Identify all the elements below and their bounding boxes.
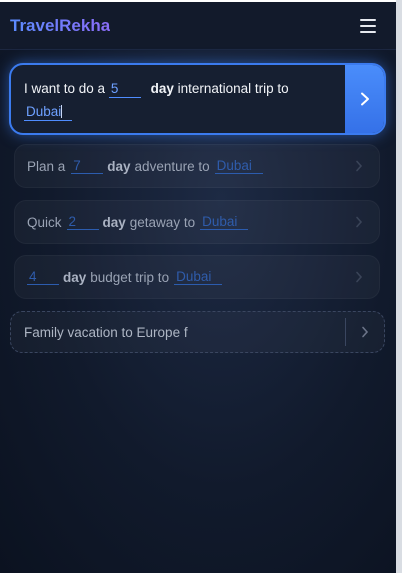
destination-value: Dubai	[26, 104, 62, 119]
prompt-prefix: I want to do a	[24, 81, 106, 96]
suggestion-prefix: Plan a	[27, 158, 66, 174]
typed-prompt-card[interactable]: Family vacation to Europe f	[10, 311, 385, 353]
suggestion-day-label: day	[107, 158, 131, 174]
suggestion-destination[interactable]: Dubai	[174, 269, 223, 285]
suggestion-card[interactable]: 4 day budget trip to Dubai	[14, 255, 380, 299]
active-prompt-text: I want to do a 5 day international trip …	[24, 77, 339, 123]
suggestion-suffix: budget trip to	[90, 269, 170, 285]
suggestion-suffix: getaway to	[129, 214, 196, 230]
chevron-right-icon[interactable]	[361, 326, 369, 338]
window-scrollbar-edge	[396, 0, 402, 573]
brand-logo[interactable]: TravelRekha	[10, 16, 110, 36]
suggestion-card[interactable]: Quick 2 day getaway to Dubai	[14, 200, 380, 244]
chevron-right-icon	[356, 216, 363, 228]
chevron-right-icon	[356, 160, 363, 172]
day-label: day	[150, 81, 174, 96]
suggestion-suffix: adventure to	[134, 158, 210, 174]
chevron-right-icon	[360, 92, 369, 106]
suggestion-card[interactable]: Plan a 7 day adventure to Dubai	[14, 144, 380, 188]
destination-input[interactable]: Dubai	[24, 104, 72, 121]
card-divider	[345, 318, 346, 346]
suggestion-day-label: day	[63, 269, 87, 285]
suggestion-day-label: day	[102, 214, 126, 230]
active-prompt-card[interactable]: I want to do a 5 day international trip …	[9, 63, 386, 135]
app-header: TravelRekha	[0, 2, 396, 50]
submit-button[interactable]	[345, 65, 384, 133]
text-caret	[61, 105, 63, 118]
hamburger-menu-icon[interactable]	[360, 18, 376, 33]
days-input[interactable]: 5	[108, 81, 141, 98]
suggestion-prefix: Quick	[27, 214, 62, 230]
chevron-right-icon	[356, 271, 363, 283]
suggestion-days[interactable]: 4	[27, 269, 59, 285]
suggestion-destination[interactable]: Dubai	[200, 214, 249, 230]
suggestion-days[interactable]: 2	[66, 214, 99, 230]
suggestion-days[interactable]: 7	[71, 158, 104, 174]
suggestion-destination[interactable]: Dubai	[214, 158, 263, 174]
prompt-suffix: international trip to	[177, 81, 289, 96]
typed-prompt-text[interactable]: Family vacation to Europe f	[24, 325, 188, 340]
